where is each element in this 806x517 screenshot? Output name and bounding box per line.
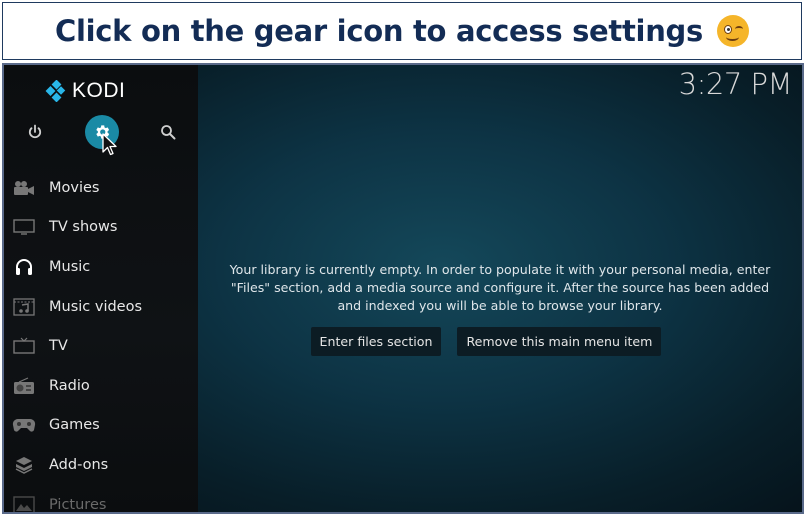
search-button[interactable] (151, 115, 185, 149)
kodi-logo-icon (45, 80, 66, 102)
sidebar-item-games[interactable]: Games (4, 406, 198, 446)
kodi-window: KODI Movies TV shows Music Music videos … (2, 63, 804, 514)
addons-box-icon (12, 455, 36, 475)
sidebar-item-music-videos[interactable]: Music videos (4, 287, 198, 327)
winking-face-icon (716, 15, 749, 47)
sidebar-item-label: Pictures (49, 496, 107, 513)
sidebar: KODI Movies TV shows Music Music videos … (4, 65, 198, 512)
sidebar-item-tv[interactable]: TV (4, 326, 198, 366)
sidebar-item-pictures[interactable]: Pictures (4, 485, 198, 513)
sidebar-item-label: Movies (49, 179, 100, 196)
main-menu: Movies TV shows Music Music videos TV Ra… (4, 168, 198, 513)
sidebar-item-tv-shows[interactable]: TV shows (4, 208, 198, 248)
power-icon (28, 124, 42, 139)
music-video-icon (12, 297, 36, 317)
picture-icon (12, 495, 36, 512)
empty-library-panel: Your library is currently empty. In orde… (198, 261, 802, 315)
enter-files-section-button[interactable]: Enter files section (310, 327, 442, 356)
search-icon (161, 125, 176, 140)
sidebar-item-label: Music videos (49, 298, 143, 315)
sidebar-item-movies[interactable]: Movies (4, 168, 198, 208)
mouse-cursor-icon (102, 133, 117, 156)
sidebar-item-label: TV shows (49, 219, 118, 236)
headphones-icon (12, 257, 36, 277)
movie-camera-icon (12, 178, 36, 198)
tv-screen-icon (12, 217, 36, 237)
instruction-banner: Click on the gear icon to access setting… (2, 2, 802, 60)
sidebar-item-label: TV (49, 338, 68, 355)
tv-antenna-icon (12, 336, 36, 356)
kodi-logo: KODI (44, 79, 125, 103)
sidebar-item-radio[interactable]: Radio (4, 366, 198, 406)
sidebar-item-label: Games (49, 417, 100, 434)
sidebar-item-label: Add-ons (49, 456, 109, 473)
radio-icon (12, 376, 36, 396)
sidebar-item-music[interactable]: Music (4, 247, 198, 287)
sidebar-item-label: Radio (49, 377, 90, 394)
banner-text: Click on the gear icon to access setting… (55, 14, 703, 48)
empty-library-message: Your library is currently empty. In orde… (229, 262, 771, 313)
kodi-logo-text: KODI (72, 79, 126, 102)
sidebar-item-label: Music (49, 258, 91, 275)
clock: 3:27 PM (678, 67, 793, 101)
sidebar-item-add-ons[interactable]: Add-ons (4, 445, 198, 485)
gamepad-icon (12, 415, 36, 435)
power-button[interactable] (18, 115, 52, 149)
remove-main-menu-item-button[interactable]: Remove this main menu item (457, 327, 662, 356)
